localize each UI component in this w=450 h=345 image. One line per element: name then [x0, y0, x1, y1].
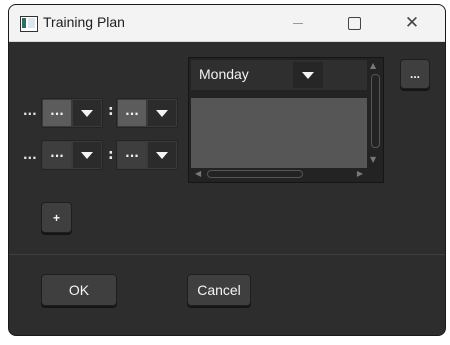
- title-bar: Training Plan ✕: [9, 5, 445, 42]
- scroll-up-icon[interactable]: ▲: [370, 62, 376, 70]
- chevron-down-icon[interactable]: [148, 142, 176, 168]
- row-2-label: ...: [23, 148, 37, 162]
- chevron-down-icon[interactable]: [73, 100, 101, 126]
- row-2-hour-value: ...: [43, 142, 71, 168]
- vertical-scrollbar[interactable]: ▲ ▼: [369, 60, 381, 166]
- maximize-icon: [347, 16, 361, 30]
- cancel-button[interactable]: Cancel: [187, 274, 251, 306]
- row-1-colon: :: [108, 103, 114, 119]
- row-1-minute-value: ...: [118, 100, 146, 126]
- scroll-down-icon[interactable]: ▼: [370, 156, 376, 164]
- divider: [9, 254, 445, 255]
- row-1-label: ...: [23, 104, 37, 118]
- window-title: Training Plan: [43, 14, 125, 30]
- close-button[interactable]: ✕: [389, 5, 435, 41]
- day-value: Monday: [199, 66, 249, 82]
- row-1-hour-combo[interactable]: ...: [41, 98, 103, 128]
- row-1-minute-combo[interactable]: ...: [116, 98, 178, 128]
- maximize-button[interactable]: [331, 5, 377, 41]
- scroll-right-icon[interactable]: ▶: [357, 169, 363, 178]
- chevron-down-icon[interactable]: [148, 100, 176, 126]
- horizontal-scroll-thumb[interactable]: [207, 170, 303, 178]
- scroll-left-icon[interactable]: ◀: [195, 169, 201, 178]
- row-1-hour-value: ...: [43, 100, 71, 126]
- row-2-minute-combo[interactable]: ...: [116, 140, 178, 170]
- training-plan-window: Training Plan ✕ ... ... : ... ... ... : …: [8, 4, 446, 336]
- vertical-scroll-thumb[interactable]: [371, 74, 380, 148]
- minimize-icon: [293, 22, 303, 24]
- chevron-down-icon[interactable]: [293, 62, 323, 88]
- day-content-area: [191, 98, 367, 168]
- browse-button[interactable]: ...: [400, 59, 430, 89]
- close-icon: ✕: [404, 13, 420, 33]
- app-icon: [20, 16, 38, 32]
- ok-button[interactable]: OK: [41, 274, 117, 306]
- row-2-colon: :: [108, 147, 114, 163]
- day-panel: Monday ▲ ▼ ◀ ▶: [188, 57, 384, 183]
- row-2-hour-combo[interactable]: ...: [41, 140, 103, 170]
- add-button[interactable]: +: [41, 202, 72, 233]
- chevron-down-icon[interactable]: [73, 142, 101, 168]
- day-combo[interactable]: Monday: [191, 60, 367, 90]
- minimize-button[interactable]: [275, 5, 321, 41]
- row-2-minute-value: ...: [118, 142, 146, 168]
- horizontal-scrollbar[interactable]: ◀ ▶: [191, 168, 367, 180]
